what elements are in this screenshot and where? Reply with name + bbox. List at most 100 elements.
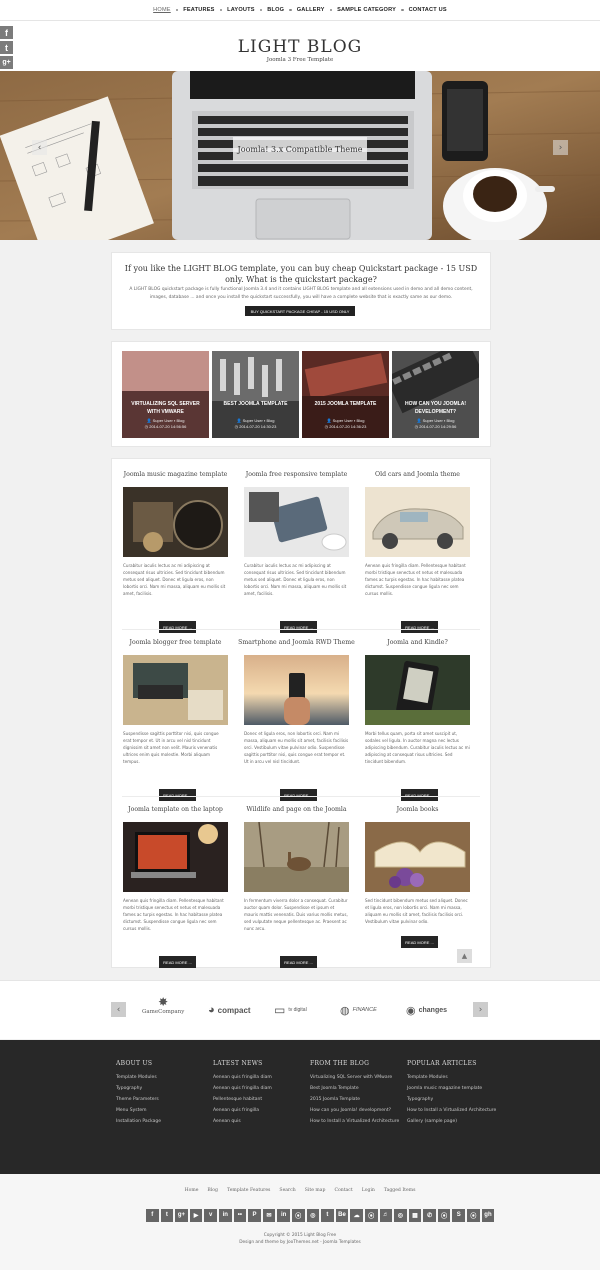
bottom-menu-login[interactable]: Login: [362, 1188, 375, 1193]
nav-item-gallery[interactable]: GALLERY: [292, 7, 330, 13]
featured-post[interactable]: 2015 JOOMLA TEMPLATE 👤 Super User ▪ Blog…: [302, 351, 389, 438]
stumbleupon-icon[interactable]: S: [452, 1209, 466, 1222]
footer-link[interactable]: Aenean quis fringilla: [213, 1107, 303, 1114]
bottom-menu-site-map[interactable]: Site map: [305, 1188, 326, 1193]
twitter-share-icon[interactable]: t: [0, 41, 13, 54]
footer-link[interactable]: Aenean quis fringilla diam: [213, 1074, 303, 1081]
article-image[interactable]: [365, 822, 470, 892]
footer-link[interactable]: Pellentesque habitant: [213, 1096, 303, 1103]
linkedin-icon[interactable]: in: [218, 1209, 232, 1222]
read-more-button[interactable]: READ MORE ...: [159, 956, 196, 968]
article-title[interactable]: Old cars and Joomla theme: [357, 471, 478, 478]
article-image[interactable]: [244, 487, 349, 557]
article-image[interactable]: [365, 487, 470, 557]
article-title[interactable]: Joomla free responsive template: [236, 471, 357, 478]
client-logo[interactable]: ▭ tv digital: [274, 995, 307, 1025]
featured-post[interactable]: BEST JOOMLA TEMPLATE 👤 Super User ▪ Blog…: [212, 351, 299, 438]
nav-item-blog[interactable]: BLOG: [262, 7, 289, 13]
bottom-menu-search[interactable]: Search: [279, 1188, 295, 1193]
article-title[interactable]: Joomla template on the laptop: [115, 806, 236, 813]
footer-link[interactable]: Virtualizing SQL Server with VMware: [310, 1074, 400, 1081]
article-image[interactable]: [244, 822, 349, 892]
google-plus-icon[interactable]: g+: [175, 1209, 188, 1222]
featured-title[interactable]: VIRTUALIZING SQL SERVER WITH VMWARE: [125, 400, 206, 416]
article-title[interactable]: Wildlife and page on the Joomla: [236, 806, 357, 813]
dribbble-icon[interactable]: ☁: [350, 1209, 363, 1222]
bottom-menu-contact[interactable]: Contact: [334, 1188, 352, 1193]
tumblr-icon[interactable]: t: [321, 1209, 334, 1222]
grid-icon[interactable]: ▦: [408, 1209, 422, 1222]
bottom-menu-template-features[interactable]: Template Features: [227, 1188, 270, 1193]
article-image[interactable]: [123, 822, 228, 892]
footer-link[interactable]: Best Joomla Template: [310, 1085, 400, 1092]
email-icon[interactable]: ✉: [262, 1209, 276, 1222]
hero-prev-button[interactable]: ‹: [32, 140, 47, 155]
footer-link[interactable]: How to Install a Virtualized Architectur…: [310, 1118, 400, 1125]
pinterest-icon[interactable]: P: [248, 1209, 261, 1222]
nav-item-layouts[interactable]: LAYOUTS: [222, 7, 260, 13]
read-more-button[interactable]: READ MORE ...: [280, 789, 317, 801]
footer-link[interactable]: How to Install a Virtualized Architectur…: [407, 1107, 497, 1114]
article-title[interactable]: Joomla books: [357, 806, 478, 813]
google-plus-share-icon[interactable]: g+: [0, 56, 13, 69]
delicious-icon[interactable]: ⦿: [437, 1209, 451, 1222]
article-image[interactable]: [244, 655, 349, 725]
article-title[interactable]: Joomla music magazine template: [115, 471, 236, 478]
deviantart-icon[interactable]: ⦿: [467, 1209, 480, 1222]
nav-item-contact-us[interactable]: CONTACT US: [404, 7, 452, 13]
featured-title[interactable]: HOW CAN YOU JOOMLA! DEVELOPMENT?: [395, 400, 476, 416]
instagram-icon[interactable]: ◎: [306, 1209, 320, 1222]
footer-link[interactable]: Template Modules: [407, 1074, 497, 1081]
facebook-share-icon[interactable]: f: [0, 26, 13, 39]
client-logo[interactable]: ◉ changes: [406, 995, 447, 1025]
client-logo[interactable]: ◕ compact: [208, 995, 251, 1025]
vimeo-icon[interactable]: v: [204, 1209, 217, 1222]
read-more-button[interactable]: READ MORE ...: [401, 936, 438, 948]
buy-quickstart-button[interactable]: BUY QUICKSTART PACKAGE CHEAP - 15 USD ON…: [245, 306, 355, 316]
bottom-menu-home[interactable]: Home: [185, 1188, 199, 1193]
footer-link[interactable]: Installation Package: [116, 1118, 206, 1125]
client-logo[interactable]: ◍ FINANCE: [340, 995, 377, 1025]
footer-link[interactable]: Aenean quis: [213, 1118, 303, 1125]
behance-icon[interactable]: Be: [335, 1209, 349, 1222]
skype-icon[interactable]: ✆: [423, 1209, 436, 1222]
featured-post[interactable]: VIRTUALIZING SQL SERVER WITH VMWARE 👤 Su…: [122, 351, 209, 438]
bottom-menu-blog[interactable]: Blog: [207, 1188, 218, 1193]
read-more-button[interactable]: READ MORE ...: [280, 621, 317, 633]
clients-next-button[interactable]: ›: [473, 1002, 488, 1017]
footer-link[interactable]: Template Modules: [116, 1074, 206, 1081]
footer-link[interactable]: How can you Joomla! development?: [310, 1107, 400, 1114]
article-image[interactable]: [365, 655, 470, 725]
article-title[interactable]: Smartphone and Joomla RWD Theme: [236, 639, 357, 646]
featured-post[interactable]: HOW CAN YOU JOOMLA! DEVELOPMENT? 👤 Super…: [392, 351, 479, 438]
read-more-button[interactable]: READ MORE ...: [401, 789, 438, 801]
footer-link[interactable]: Joomla music magazine template: [407, 1085, 497, 1092]
footer-link[interactable]: Menu System: [116, 1107, 206, 1114]
youtube-icon[interactable]: ▶: [189, 1209, 203, 1222]
featured-title[interactable]: BEST JOOMLA TEMPLATE: [215, 400, 296, 408]
soundcloud-icon[interactable]: ⦿: [364, 1209, 378, 1222]
facebook-icon[interactable]: f: [146, 1209, 159, 1222]
back-to-top-button[interactable]: ▲: [457, 949, 472, 963]
credits-line[interactable]: Design and theme by JooThemes.net - Joom…: [0, 1239, 600, 1246]
read-more-button[interactable]: READ MORE ...: [280, 956, 317, 968]
nav-item-features[interactable]: FEATURES: [178, 7, 219, 13]
article-image[interactable]: [123, 487, 228, 557]
footer-link[interactable]: 2015 Joomla Template: [310, 1096, 400, 1103]
article-title[interactable]: Joomla and Kindle?: [357, 639, 478, 646]
read-more-button[interactable]: READ MORE ...: [159, 789, 196, 801]
footer-link[interactable]: Theme Parameters: [116, 1096, 206, 1103]
nav-item-home[interactable]: HOME: [148, 7, 176, 13]
rss-icon[interactable]: ⦿: [291, 1209, 305, 1222]
hero-next-button[interactable]: ›: [553, 140, 568, 155]
bottom-menu-tagged-items[interactable]: Tagged Items: [384, 1188, 416, 1193]
article-image[interactable]: [123, 655, 228, 725]
read-more-button[interactable]: READ MORE ...: [401, 621, 438, 633]
footer-link[interactable]: Typography: [407, 1096, 497, 1103]
linkedin-alt-icon[interactable]: in: [277, 1209, 290, 1222]
featured-title[interactable]: 2015 JOOMLA TEMPLATE: [305, 400, 386, 408]
site-title[interactable]: LIGHT BLOG: [0, 37, 600, 57]
read-more-button[interactable]: READ MORE ...: [159, 621, 196, 633]
flickr-icon[interactable]: ••: [233, 1209, 247, 1222]
footer-link[interactable]: Aenean quis fringilla diam: [213, 1085, 303, 1092]
